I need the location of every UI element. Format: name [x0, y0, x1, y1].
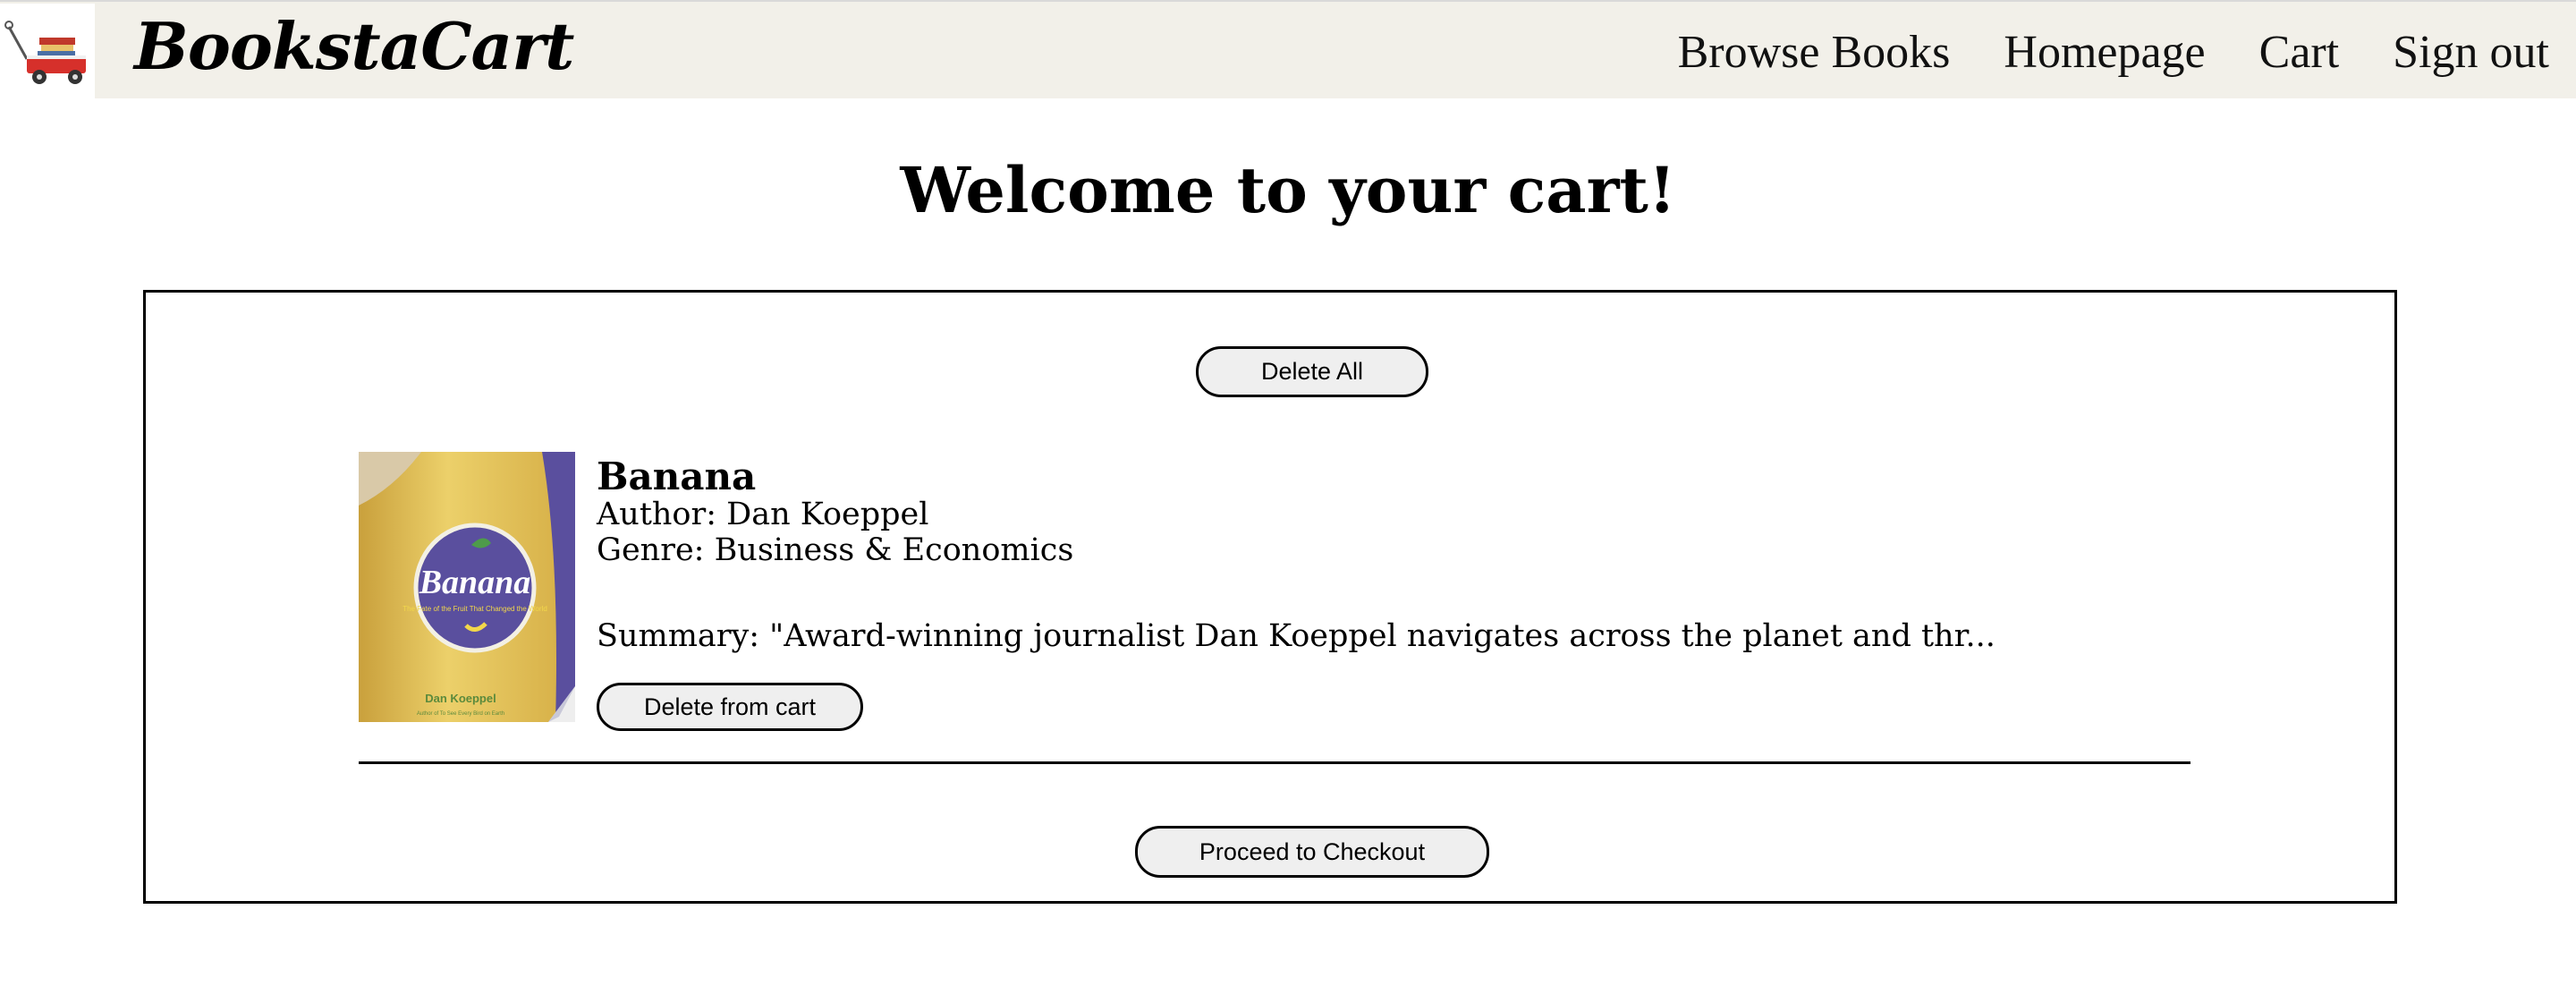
nav-links: Browse Books Homepage Cart Sign out	[1624, 21, 2549, 84]
cart-container: Delete All Banana The Fate of the Fruit …	[143, 290, 2397, 904]
book-genre: Genre: Business & Economics	[597, 532, 1074, 568]
nav-homepage[interactable]: Homepage	[2004, 21, 2205, 84]
cover-title: Banana	[419, 564, 531, 601]
navbar: BookstaCart Browse Books Homepage Cart S…	[0, 0, 2576, 98]
page-title: Welcome to your cart!	[900, 153, 1676, 227]
delete-from-cart-button[interactable]: Delete from cart	[597, 683, 863, 731]
cover-subtitle: The Fate of the Fruit That Changed the W…	[402, 605, 547, 613]
book-author: Author: Dan Koeppel	[597, 497, 929, 532]
brand-title[interactable]: BookstaCart	[134, 5, 574, 88]
proceed-to-checkout-button[interactable]: Proceed to Checkout	[1135, 826, 1489, 878]
nav-browse-books[interactable]: Browse Books	[1678, 21, 1951, 84]
cover-author: Dan Koeppel	[425, 692, 496, 705]
nav-sign-out[interactable]: Sign out	[2393, 21, 2549, 84]
logo[interactable]	[0, 4, 95, 98]
cover-tagline: Author of To See Every Bird on Earth	[417, 711, 504, 717]
nav-cart[interactable]: Cart	[2259, 21, 2340, 84]
wagon-with-books-icon	[4, 21, 86, 84]
book-cover-image: Banana The Fate of the Fruit That Change…	[359, 452, 575, 722]
item-divider	[359, 761, 2190, 764]
delete-all-button[interactable]: Delete All	[1196, 346, 1428, 397]
book-summary: Summary: "Award-winning journalist Dan K…	[597, 618, 1996, 654]
